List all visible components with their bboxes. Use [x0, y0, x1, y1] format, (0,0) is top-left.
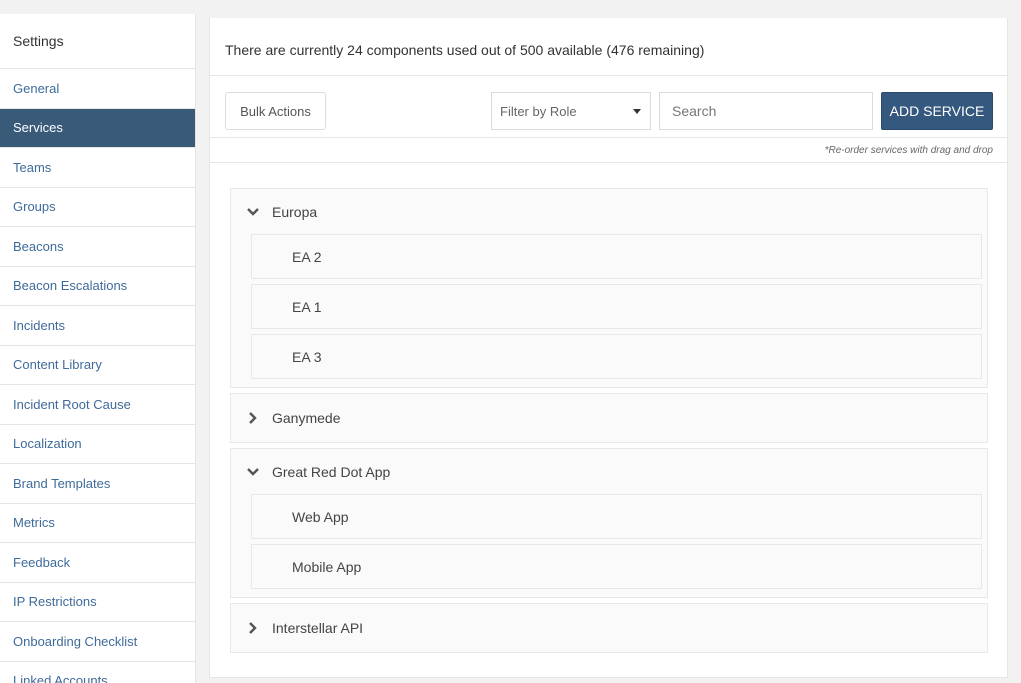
bulk-actions-button[interactable]: Bulk Actions — [225, 92, 326, 130]
settings-sidebar: Settings General Services Teams Groups B… — [0, 14, 196, 683]
sidebar-item-feedback[interactable]: Feedback — [0, 543, 195, 583]
sidebar-item-general[interactable]: General — [0, 69, 195, 109]
add-service-button[interactable]: ADD SERVICE — [881, 92, 993, 130]
group-name: Great Red Dot App — [272, 463, 391, 480]
caret-down-icon — [633, 109, 641, 114]
group-children: Web App Mobile App — [231, 494, 987, 597]
service-item[interactable]: Web App — [251, 494, 982, 539]
service-group[interactable]: Ganymede — [230, 393, 988, 443]
filter-by-role-select[interactable]: Filter by Role — [491, 92, 651, 130]
service-item[interactable]: Mobile App — [251, 544, 982, 589]
sidebar-item-brand-templates[interactable]: Brand Templates — [0, 464, 195, 504]
chevron-right-icon[interactable] — [245, 410, 261, 426]
sidebar-item-content-library[interactable]: Content Library — [0, 346, 195, 385]
service-item[interactable]: EA 1 — [251, 284, 982, 329]
sidebar-item-linked-accounts[interactable]: Linked Accounts — [0, 662, 195, 683]
sidebar-item-groups[interactable]: Groups — [0, 188, 195, 227]
component-usage-text: There are currently 24 components used o… — [210, 18, 1007, 76]
sidebar-item-ip-restrictions[interactable]: IP Restrictions — [0, 583, 195, 622]
service-group[interactable]: Interstellar API — [230, 603, 988, 653]
service-group[interactable]: Great Red Dot App Web App Mobile App — [230, 448, 988, 598]
service-item[interactable]: EA 2 — [251, 234, 982, 279]
sidebar-item-services[interactable]: Services — [0, 108, 195, 148]
services-panel: There are currently 24 components used o… — [209, 18, 1008, 678]
group-header[interactable]: Interstellar API — [231, 604, 987, 652]
group-header[interactable]: Europa — [231, 189, 987, 234]
sidebar-item-beacons[interactable]: Beacons — [0, 227, 195, 267]
sidebar-item-metrics[interactable]: Metrics — [0, 504, 195, 543]
filter-by-role-value: Filter by Role — [500, 103, 577, 119]
reorder-hint: *Re-order services with drag and drop — [210, 138, 1007, 163]
chevron-down-icon[interactable] — [245, 464, 261, 480]
group-name: Interstellar API — [272, 620, 364, 636]
sidebar-item-beacon-escalations[interactable]: Beacon Escalations — [0, 267, 195, 306]
group-name: Europa — [272, 203, 318, 220]
chevron-right-icon[interactable] — [245, 620, 261, 636]
service-item[interactable]: EA 3 — [251, 334, 982, 379]
sidebar-item-onboarding-checklist[interactable]: Onboarding Checklist — [0, 622, 195, 662]
group-children: EA 2 EA 1 EA 3 — [231, 234, 987, 387]
group-name: Ganymede — [272, 410, 341, 426]
chevron-down-icon[interactable] — [245, 204, 261, 220]
sidebar-item-incident-root-cause[interactable]: Incident Root Cause — [0, 385, 195, 425]
group-header[interactable]: Ganymede — [231, 394, 987, 442]
search-input[interactable] — [659, 92, 873, 130]
service-groups: Europa EA 2 EA 1 EA 3 Ganymede Great Red… — [230, 188, 988, 658]
sidebar-item-localization[interactable]: Localization — [0, 425, 195, 464]
sidebar-item-teams[interactable]: Teams — [0, 148, 195, 188]
group-header[interactable]: Great Red Dot App — [231, 449, 987, 494]
sidebar-item-incidents[interactable]: Incidents — [0, 306, 195, 346]
services-toolbar: Bulk Actions Filter by Role ADD SERVICE — [210, 76, 1007, 138]
sidebar-title: Settings — [0, 14, 195, 69]
service-group[interactable]: Europa EA 2 EA 1 EA 3 — [230, 188, 988, 388]
